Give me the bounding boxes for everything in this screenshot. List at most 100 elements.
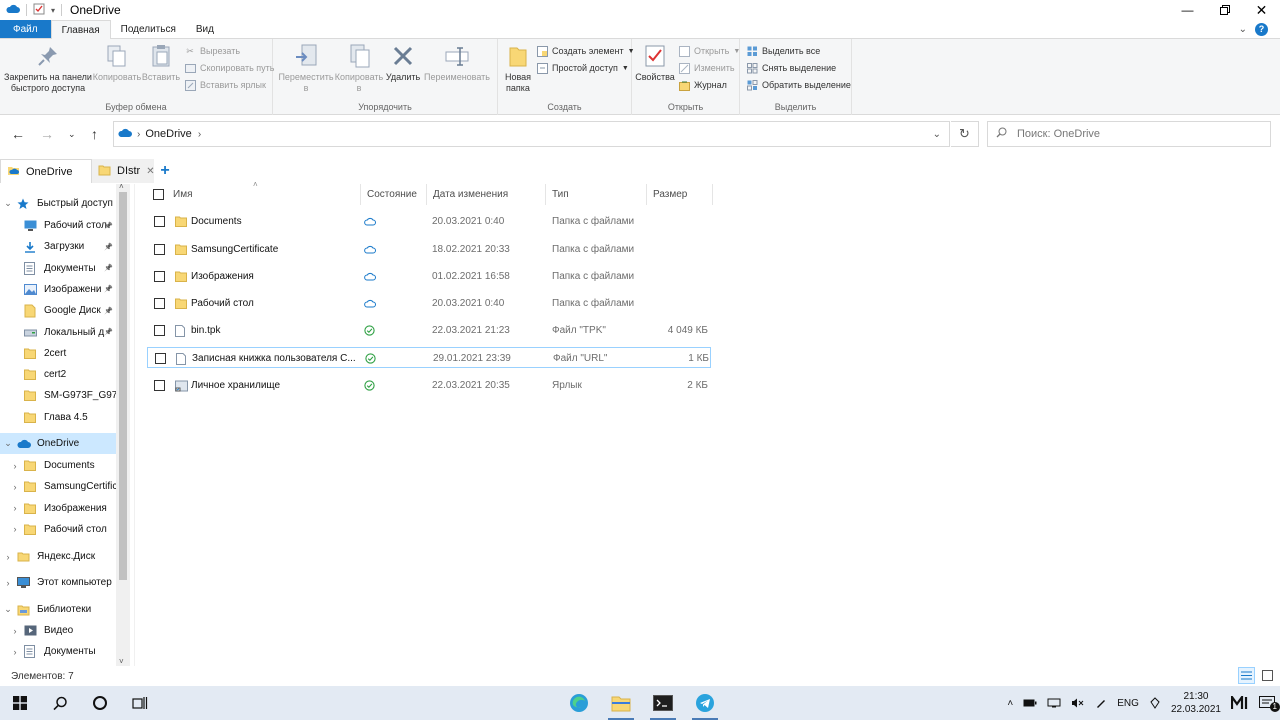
search-box[interactable]: Поиск: OneDrive bbox=[987, 121, 1271, 147]
help-icon[interactable]: ? bbox=[1255, 22, 1268, 36]
volume-muted-icon[interactable] bbox=[1066, 698, 1090, 708]
column-header-status[interactable]: Состояние bbox=[361, 184, 427, 205]
history-button[interactable]: Журнал bbox=[678, 79, 727, 91]
nav-item-onedrive-3[interactable]: › Рабочий стол bbox=[0, 519, 107, 540]
file-row[interactable]: Личное хранилище 22.03.2021 20:35 Ярлык 2 К… bbox=[147, 375, 711, 396]
column-header-date[interactable]: Дата изменения bbox=[427, 184, 546, 205]
nav-item-quick-1[interactable]: Загрузки 📌 bbox=[0, 236, 113, 257]
edge-browser-icon[interactable] bbox=[558, 686, 600, 720]
nav-item-onedrive-0[interactable]: › Documents bbox=[0, 455, 95, 476]
row-checkbox[interactable] bbox=[154, 271, 165, 282]
move-to-button[interactable]: Переместить в bbox=[278, 43, 334, 94]
file-name[interactable]: bin.tpk bbox=[191, 320, 361, 341]
notifications-icon[interactable]: 1 bbox=[1254, 696, 1280, 712]
nav-item-quick-9[interactable]: Глава 4.5 bbox=[0, 407, 88, 428]
column-header-name[interactable]: Имя bbox=[147, 184, 361, 205]
file-row[interactable]: Записная книжка пользователя С... 29.01.2… bbox=[147, 347, 711, 368]
open-button[interactable]: Открыть ▼ bbox=[678, 45, 740, 57]
file-row[interactable]: Изображения 01.02.2021 16:58 Папка с файла… bbox=[147, 266, 711, 287]
tab-share[interactable]: Поделиться bbox=[111, 20, 186, 38]
search-taskbar-icon[interactable] bbox=[40, 686, 80, 720]
easy-access-button[interactable]: Простой доступ ▼ bbox=[536, 62, 629, 74]
back-button[interactable]: ← bbox=[11, 126, 25, 142]
nav-item-library-video[interactable]: › Видео bbox=[0, 620, 74, 641]
collapsed-chevron-icon[interactable]: › bbox=[10, 524, 20, 534]
cut-button[interactable]: ✂ Вырезать bbox=[184, 45, 240, 57]
address-dropdown-icon[interactable]: ⌄ bbox=[933, 129, 941, 140]
file-name[interactable]: Личное хранилище bbox=[191, 375, 361, 396]
select-none-button[interactable]: Снять выделение bbox=[746, 62, 836, 74]
row-checkbox[interactable] bbox=[154, 244, 165, 255]
pin-quick-access-button[interactable]: Закрепить на панели быстрого доступа bbox=[4, 43, 92, 94]
tab-onedrive[interactable]: OneDrive bbox=[0, 159, 92, 183]
quick-access-dropdown-icon[interactable]: ▾ bbox=[51, 6, 55, 15]
maximize-button[interactable] bbox=[1206, 0, 1243, 20]
paste-button[interactable]: Вставить bbox=[140, 43, 182, 83]
file-name[interactable]: Рабочий стол bbox=[191, 293, 361, 314]
tab-view[interactable]: Вид bbox=[186, 20, 224, 38]
select-all-checkbox[interactable] bbox=[153, 189, 164, 200]
row-checkbox[interactable] bbox=[154, 380, 165, 391]
copy-to-button[interactable]: Копировать в bbox=[333, 43, 385, 94]
start-button[interactable] bbox=[0, 686, 40, 720]
collapsed-chevron-icon[interactable]: › bbox=[10, 626, 20, 636]
nav-scrollbar[interactable]: ˄ ˅ bbox=[116, 182, 130, 666]
address-bar[interactable]: › OneDrive › ⌄ bbox=[113, 121, 950, 147]
nav-scrollbar-thumb[interactable] bbox=[119, 192, 127, 580]
nav-item-onedrive-2[interactable]: › Изображения bbox=[0, 498, 107, 519]
tab-home[interactable]: Главная bbox=[50, 20, 111, 39]
minimize-button[interactable]: — bbox=[1169, 0, 1206, 20]
battery-icon[interactable] bbox=[1018, 699, 1042, 707]
invert-selection-button[interactable]: Обратить выделение bbox=[746, 79, 851, 91]
properties-quick-icon[interactable] bbox=[33, 3, 45, 18]
file-name[interactable]: Documents bbox=[191, 211, 361, 232]
file-name[interactable]: Изображения bbox=[191, 266, 361, 287]
nav-item-quick-3[interactable]: Изображени 📌 bbox=[0, 279, 113, 300]
copy-path-button[interactable]: Скопировать путь bbox=[184, 62, 274, 74]
nav-item-onedrive-1[interactable]: › SamsungCertifica bbox=[0, 476, 123, 497]
file-row[interactable]: Documents 20.03.2021 0:40 Папка с файлами bbox=[147, 211, 711, 232]
cortana-icon[interactable] bbox=[80, 686, 120, 720]
paste-shortcut-button[interactable]: Вставить ярлык bbox=[184, 79, 266, 91]
nav-item-quick-0[interactable]: Рабочий стол 📌 bbox=[0, 215, 113, 236]
file-row[interactable]: SamsungCertificate 18.02.2021 20:33 Папка … bbox=[147, 239, 711, 260]
tab-file[interactable]: Файл bbox=[0, 20, 51, 38]
pen-workspace-icon[interactable] bbox=[1090, 697, 1112, 709]
collapsed-chevron-icon[interactable]: › bbox=[10, 482, 20, 492]
up-button[interactable]: ↑ bbox=[91, 126, 98, 142]
copy-button[interactable]: Копировать bbox=[92, 43, 142, 83]
nav-item-quick-4[interactable]: Google Диск 📌 bbox=[0, 300, 113, 321]
forward-button[interactable]: → bbox=[40, 126, 54, 142]
collapsed-chevron-icon[interactable]: › bbox=[10, 647, 20, 657]
meet-now-icon[interactable] bbox=[1226, 696, 1254, 710]
close-button[interactable]: ✕ bbox=[1243, 0, 1280, 20]
network-icon[interactable] bbox=[1042, 698, 1066, 708]
collapsed-chevron-icon[interactable]: › bbox=[3, 578, 13, 588]
new-item-button[interactable]: Создать элемент ▼ bbox=[536, 45, 635, 57]
new-folder-button[interactable]: Новая папка bbox=[500, 43, 536, 94]
terminal-taskbar-icon[interactable] bbox=[642, 686, 684, 720]
file-name[interactable]: Записная книжка пользователя С... bbox=[192, 348, 362, 369]
nav-item-quick-2[interactable]: Документы 📌 bbox=[0, 258, 113, 279]
row-checkbox[interactable] bbox=[154, 216, 165, 227]
select-all-button[interactable]: Выделить все bbox=[746, 45, 820, 57]
new-tab-button[interactable]: + bbox=[154, 159, 176, 183]
delete-button[interactable]: Удалить bbox=[385, 43, 421, 83]
telegram-taskbar-icon[interactable] bbox=[684, 686, 726, 720]
tray-overflow-chevron-icon[interactable]: ˄ bbox=[1002, 698, 1018, 709]
expanded-chevron-icon[interactable]: ⌄ bbox=[3, 438, 13, 449]
nav-item-quick-7[interactable]: cert2 bbox=[0, 364, 66, 385]
task-view-icon[interactable] bbox=[120, 686, 160, 720]
tab-distr[interactable]: DIstr ✕ bbox=[92, 159, 155, 183]
collapsed-chevron-icon[interactable]: › bbox=[10, 461, 20, 471]
nav-yandex-disk[interactable]: › Яндекс.Диск bbox=[0, 546, 96, 567]
large-icons-view-button[interactable] bbox=[1259, 667, 1276, 684]
file-row[interactable]: bin.tpk 22.03.2021 21:23 Файл "TPK" 4 049 К… bbox=[147, 320, 711, 341]
nav-onedrive[interactable]: ⌄ OneDrive bbox=[0, 433, 116, 454]
rename-button[interactable]: Переименовать bbox=[421, 43, 493, 83]
breadcrumb-chevron-icon[interactable]: › bbox=[198, 129, 201, 140]
column-header-type[interactable]: Тип bbox=[546, 184, 647, 205]
expanded-chevron-icon[interactable]: ⌄ bbox=[3, 198, 13, 209]
scroll-up-icon[interactable]: ˄ bbox=[119, 182, 124, 191]
clock[interactable]: 21:30 22.03.2021 bbox=[1166, 690, 1226, 716]
